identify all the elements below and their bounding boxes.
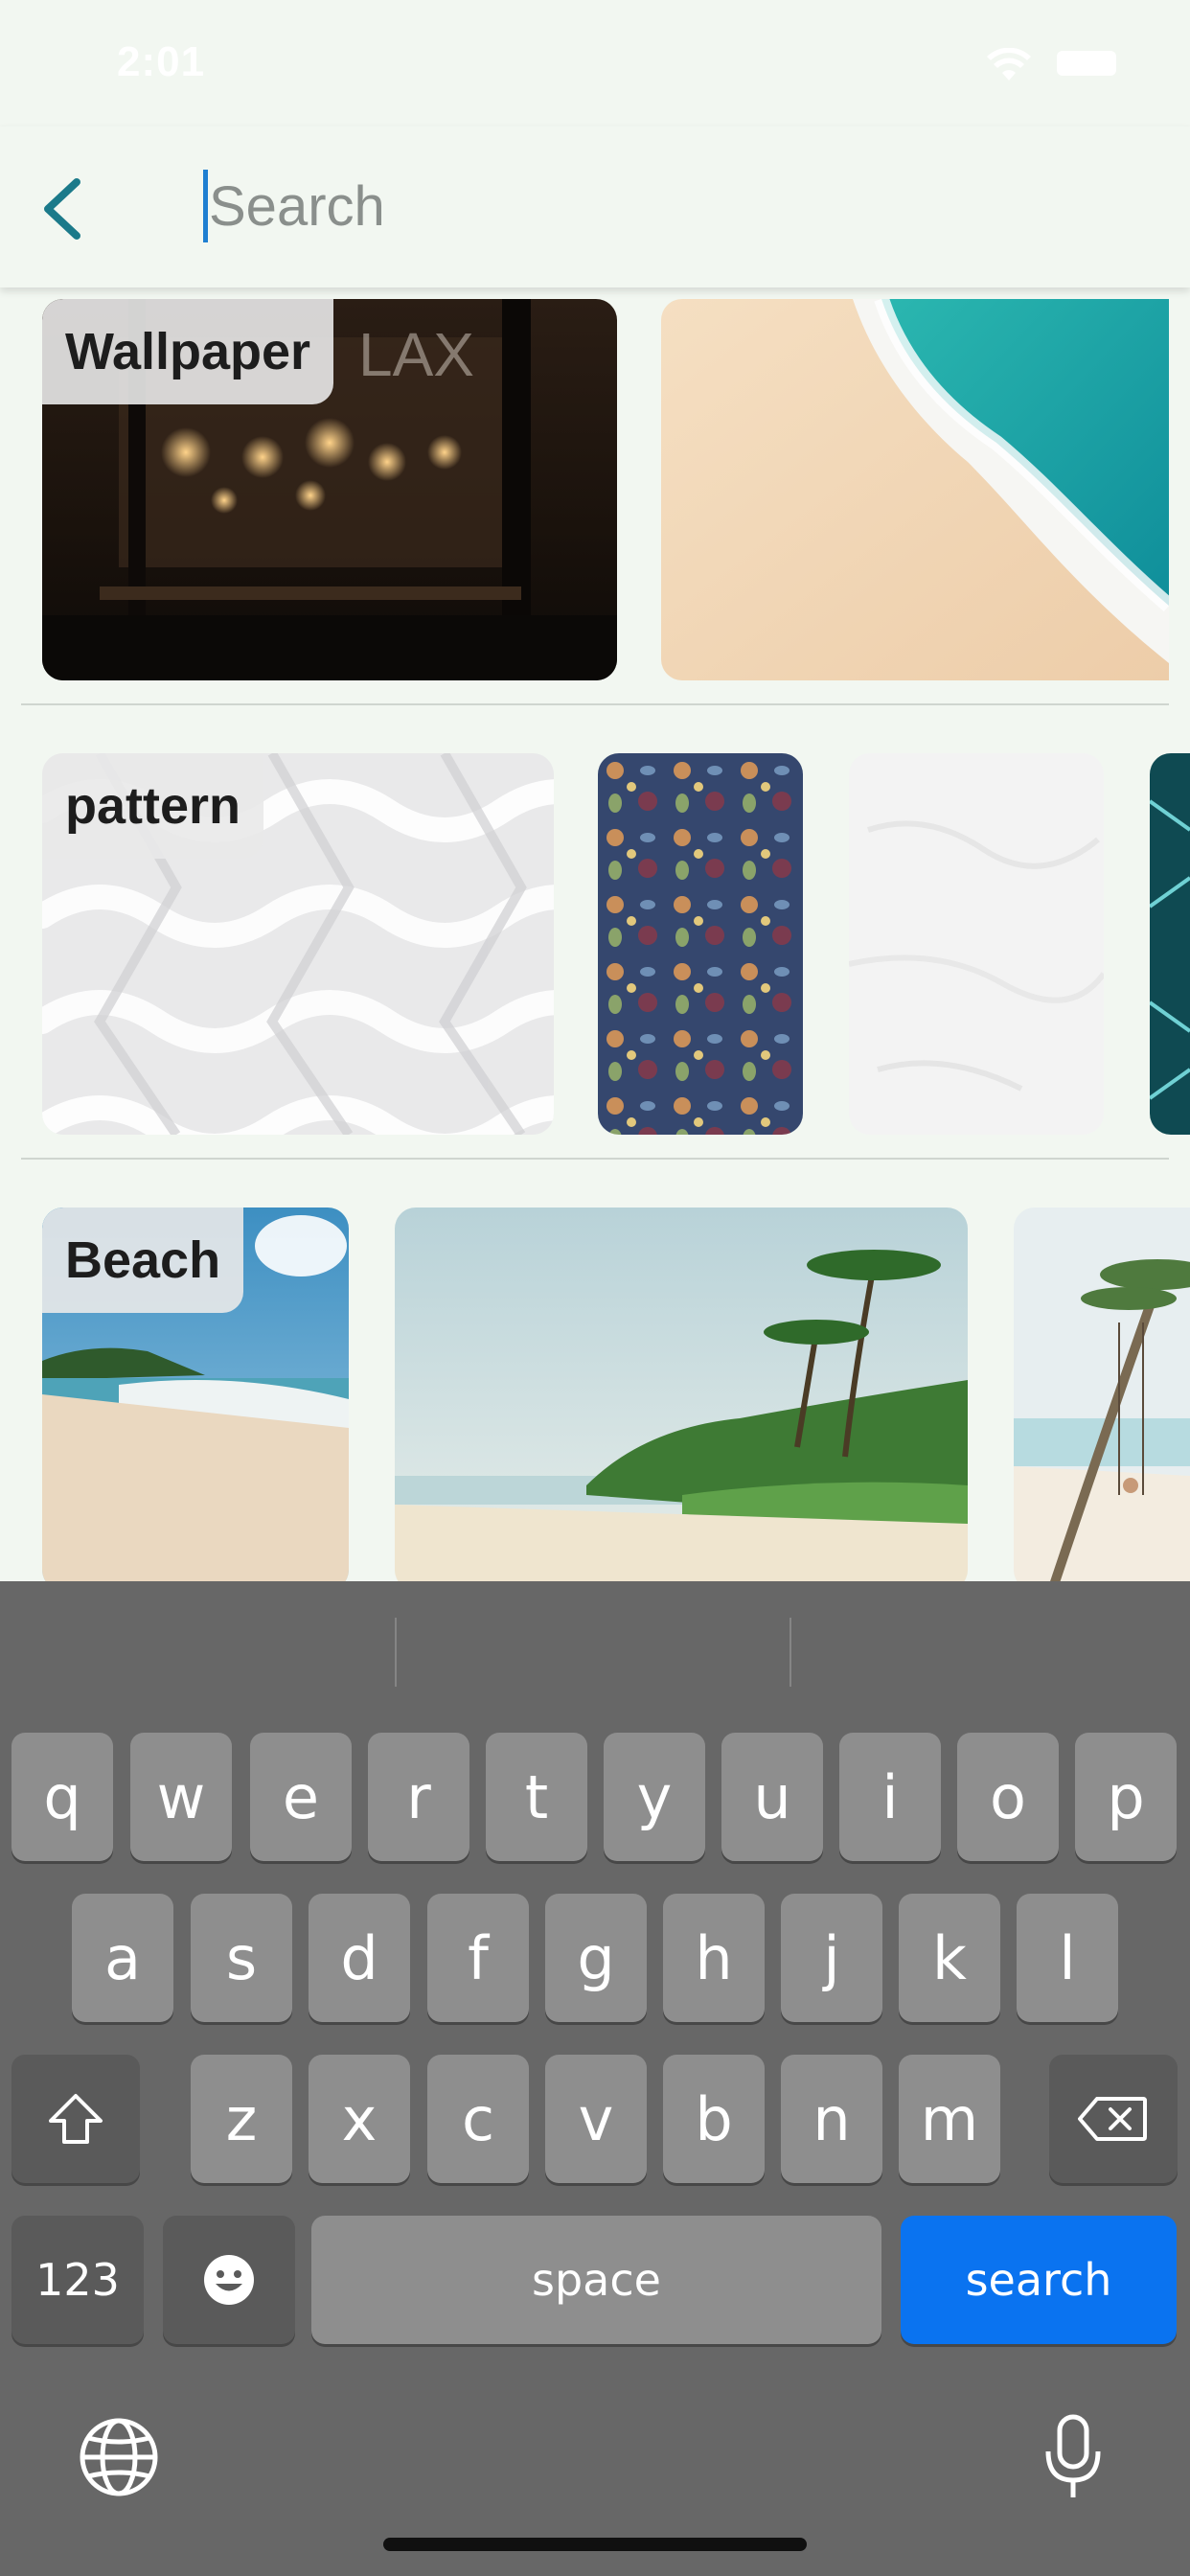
shift-icon bbox=[49, 2094, 103, 2144]
globe-icon[interactable] bbox=[79, 2417, 159, 2497]
search-field[interactable] bbox=[203, 170, 1123, 242]
text-caret bbox=[203, 170, 208, 242]
wallpaper-image-bar-interior[interactable]: LAX Wallpaper bbox=[42, 299, 617, 680]
key-w[interactable]: w bbox=[130, 1733, 232, 1861]
beach-image-swing[interactable] bbox=[1014, 1208, 1190, 1581]
space-key[interactable]: space bbox=[311, 2216, 881, 2344]
emoji-icon bbox=[204, 2255, 254, 2305]
status-bar: 2:01 bbox=[0, 0, 1190, 126]
key-h[interactable]: h bbox=[663, 1894, 765, 2022]
aerial-beach-image bbox=[661, 299, 1169, 680]
pattern-image-floral[interactable] bbox=[598, 753, 803, 1135]
shift-key[interactable] bbox=[11, 2055, 140, 2183]
pattern-image-woven-white[interactable]: pattern bbox=[42, 753, 554, 1135]
key-f[interactable]: f bbox=[427, 1894, 529, 2022]
numbers-key[interactable]: 123 bbox=[11, 2216, 144, 2344]
delete-key[interactable] bbox=[1049, 2055, 1178, 2183]
key-b[interactable]: b bbox=[663, 2055, 765, 2183]
search-header bbox=[0, 126, 1190, 288]
white-texture-image bbox=[849, 753, 1104, 1135]
key-q[interactable]: q bbox=[11, 1733, 113, 1861]
key-j[interactable]: j bbox=[781, 1894, 882, 2022]
category-row-beach: Beach bbox=[0, 1208, 1190, 1581]
beach-image-palms[interactable] bbox=[395, 1208, 968, 1581]
floral-pattern-image bbox=[598, 753, 803, 1135]
key-l[interactable]: l bbox=[1017, 1894, 1118, 2022]
key-a[interactable]: a bbox=[72, 1894, 173, 2022]
key-z[interactable]: z bbox=[191, 2055, 292, 2183]
palm-swing-image bbox=[1014, 1208, 1190, 1581]
svg-text:LAX: LAX bbox=[358, 320, 474, 389]
key-p[interactable]: p bbox=[1075, 1733, 1177, 1861]
tropical-beach-image bbox=[395, 1208, 968, 1581]
key-o[interactable]: o bbox=[957, 1733, 1059, 1861]
backspace-icon bbox=[1078, 2097, 1147, 2141]
battery-icon bbox=[1057, 51, 1116, 76]
water-pattern-image bbox=[1150, 753, 1190, 1135]
key-c[interactable]: c bbox=[427, 2055, 529, 2183]
key-v[interactable]: v bbox=[545, 2055, 647, 2183]
home-indicator[interactable] bbox=[383, 2538, 807, 2551]
category-label-wallpaper: Wallpaper bbox=[42, 299, 334, 404]
key-t[interactable]: t bbox=[486, 1733, 587, 1861]
key-x[interactable]: x bbox=[309, 2055, 410, 2183]
category-label-pattern: pattern bbox=[42, 753, 264, 859]
beach-image-waves[interactable]: Beach bbox=[42, 1208, 349, 1581]
key-k[interactable]: k bbox=[899, 1894, 1000, 2022]
pattern-image-water[interactable] bbox=[1150, 753, 1190, 1135]
key-u[interactable]: u bbox=[721, 1733, 823, 1861]
emoji-key[interactable] bbox=[163, 2216, 295, 2344]
status-time: 2:01 bbox=[117, 38, 206, 85]
onscreen-keyboard: q w e r t y u i o p a s d f g h j k l z … bbox=[0, 1581, 1190, 2576]
pattern-image-white-texture[interactable] bbox=[849, 753, 1104, 1135]
category-row-wallpaper: LAX Wallpaper bbox=[0, 299, 1190, 682]
microphone-icon[interactable] bbox=[1042, 2413, 1104, 2501]
wallpaper-image-beach-aerial[interactable] bbox=[661, 299, 1169, 680]
row-divider bbox=[21, 1158, 1169, 1160]
key-n[interactable]: n bbox=[781, 2055, 882, 2183]
key-e[interactable]: e bbox=[250, 1733, 352, 1861]
key-y[interactable]: y bbox=[604, 1733, 705, 1861]
row-divider bbox=[21, 703, 1169, 705]
category-label-beach: Beach bbox=[42, 1208, 244, 1313]
key-g[interactable]: g bbox=[545, 1894, 647, 2022]
wifi-icon bbox=[987, 48, 1031, 80]
suggestion-divider bbox=[395, 1618, 397, 1687]
category-row-pattern: pattern bbox=[0, 753, 1190, 1137]
search-input[interactable] bbox=[209, 170, 1071, 242]
key-r[interactable]: r bbox=[368, 1733, 469, 1861]
key-m[interactable]: m bbox=[899, 2055, 1000, 2183]
search-key[interactable]: search bbox=[901, 2216, 1177, 2344]
key-s[interactable]: s bbox=[191, 1894, 292, 2022]
key-d[interactable]: d bbox=[309, 1894, 410, 2022]
key-i[interactable]: i bbox=[839, 1733, 941, 1861]
back-chevron-icon[interactable] bbox=[34, 172, 92, 245]
suggestion-divider bbox=[790, 1618, 791, 1687]
